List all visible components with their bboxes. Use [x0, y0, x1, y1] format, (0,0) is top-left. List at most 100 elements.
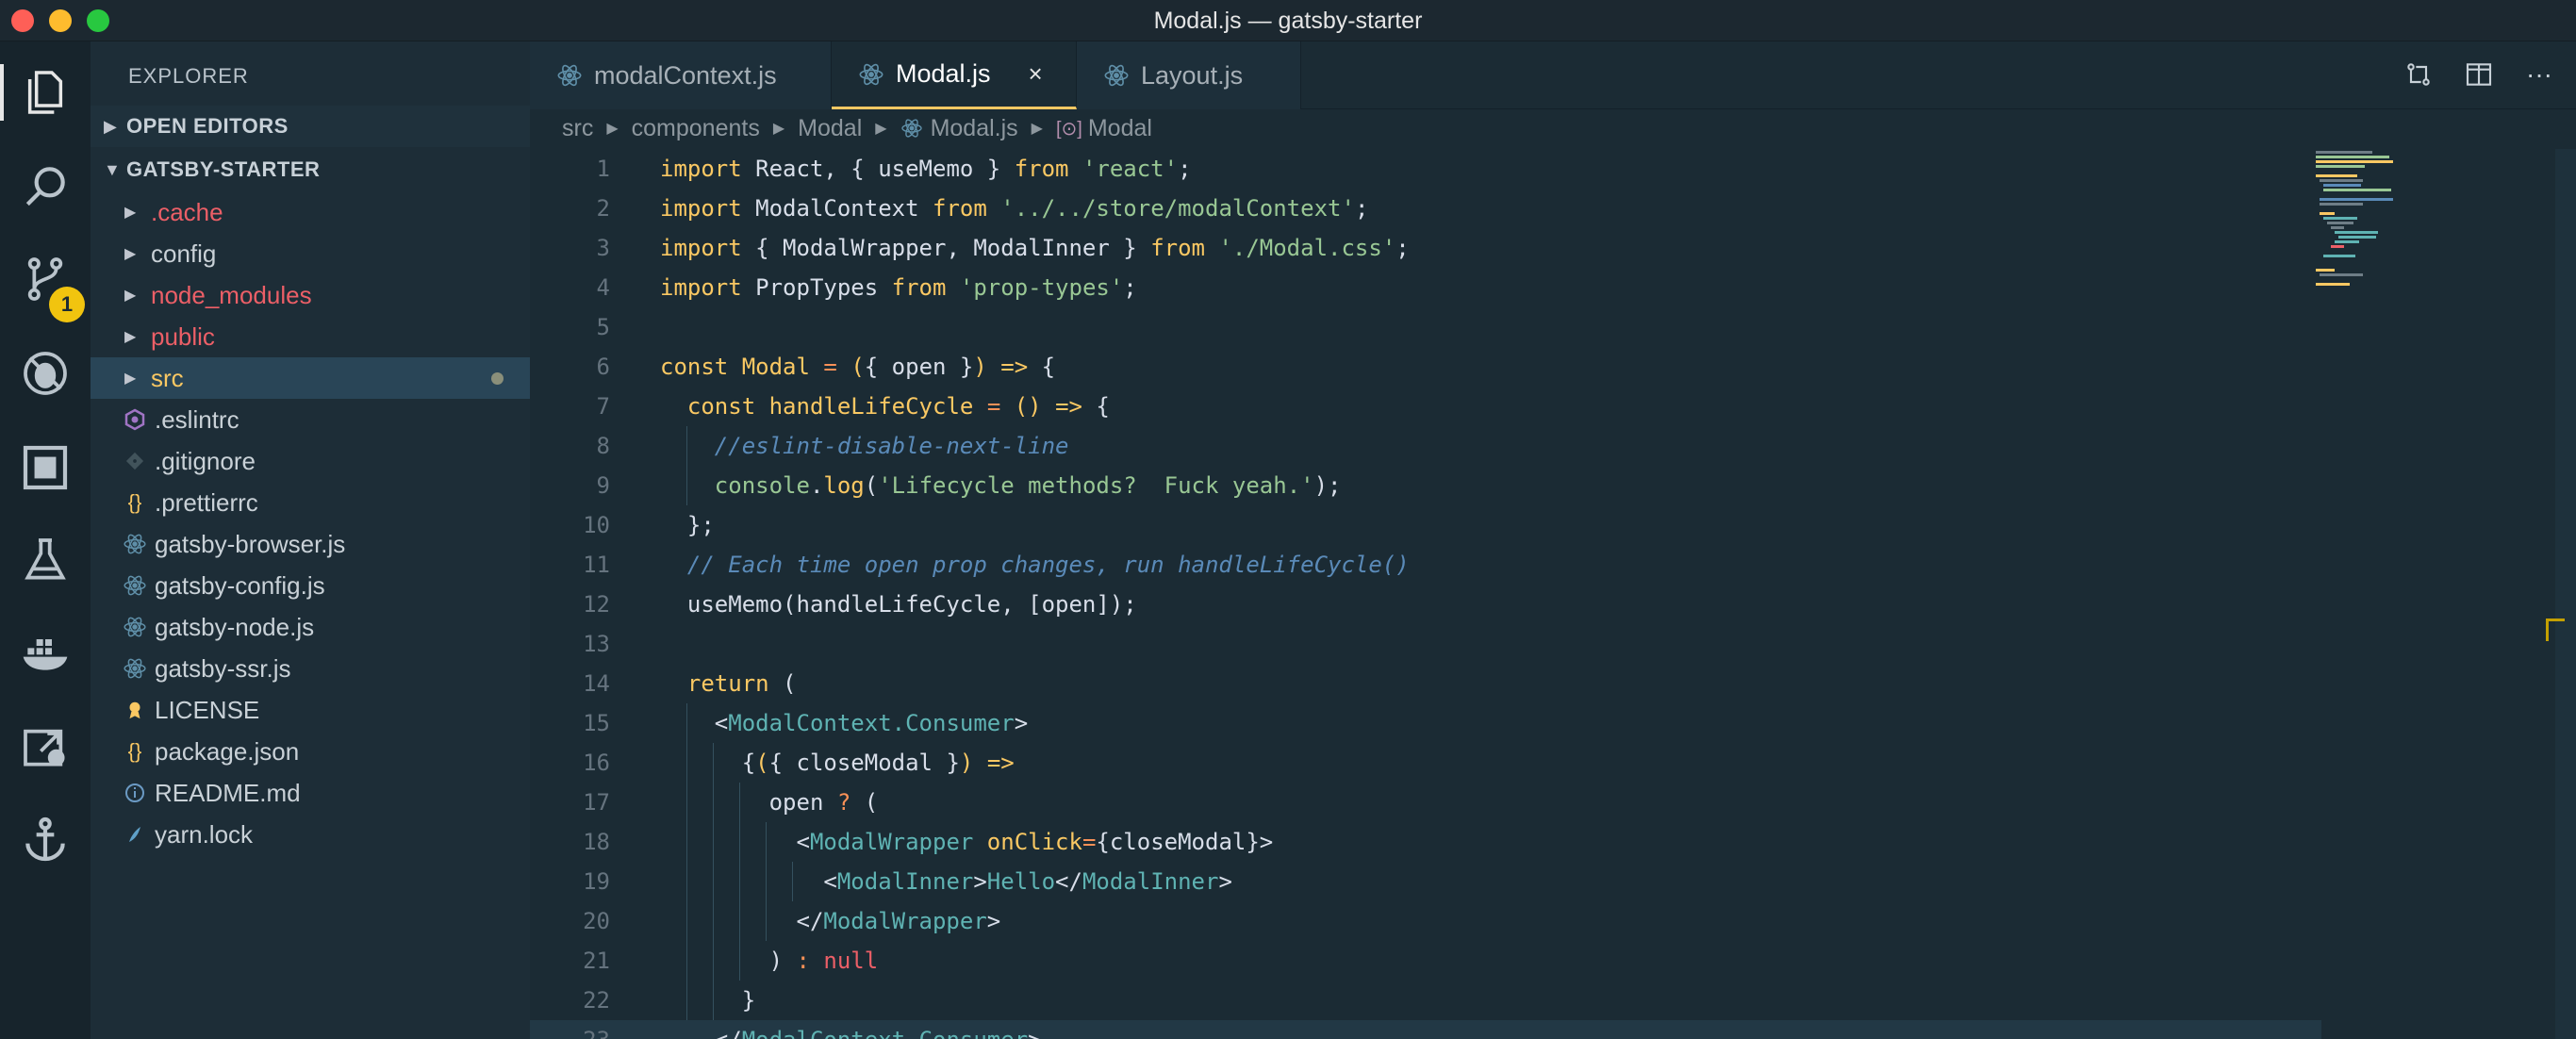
file-gatsby-node[interactable]: gatsby-node.js — [91, 606, 530, 648]
file-package-json[interactable]: {} package.json — [91, 731, 530, 772]
split-editor-icon[interactable] — [2461, 57, 2497, 92]
line-number: 13 — [583, 631, 610, 657]
line-number: 9 — [596, 472, 610, 499]
extensions-icon[interactable] — [13, 436, 77, 500]
tab-layout[interactable]: Layout.js — [1077, 41, 1301, 109]
project-section[interactable]: ▼ GATSBY-STARTER — [91, 149, 530, 190]
license-icon — [119, 698, 151, 722]
line-number: 3 — [596, 235, 610, 261]
line-number: 23 — [530, 1027, 610, 1039]
file-gitignore[interactable]: .gitignore — [91, 440, 530, 482]
file-readme[interactable]: README.md — [91, 772, 530, 814]
chevron-right-icon: ▶ — [875, 121, 887, 137]
tab-label: modalContext.js — [594, 60, 777, 90]
react-icon — [119, 573, 151, 598]
chevron-right-icon: ▶ — [124, 288, 137, 304]
vertical-scrollbar[interactable] — [2555, 149, 2576, 1039]
minimap[interactable] — [2316, 149, 2429, 290]
file-license[interactable]: LICENSE — [91, 689, 530, 731]
folder-label: .cache — [151, 197, 223, 226]
line-number: 4 — [596, 274, 610, 301]
code-line-current: 23 </ModalContext.Consumer> — [530, 1020, 2321, 1039]
file-label: .prettierrc — [155, 487, 258, 517]
chevron-right-icon: ▶ — [104, 116, 118, 136]
explorer-sidebar: EXPLORER ▶ OPEN EDITORS ▼ GATSBY-STARTER… — [91, 41, 530, 1039]
yarn-icon — [119, 823, 151, 846]
file-eslintrc[interactable]: .eslintrc — [91, 399, 530, 440]
chevron-right-icon: ▶ — [1031, 121, 1043, 137]
folder-node-modules[interactable]: ▶ node_modules — [91, 274, 530, 316]
more-actions-icon[interactable]: ··· — [2521, 57, 2557, 92]
code-line: 15 <ModalContext.Consumer> — [530, 703, 2321, 743]
file-gatsby-config[interactable]: gatsby-config.js — [91, 565, 530, 606]
breadcrumb-file[interactable]: Modal.js — [931, 115, 1018, 142]
docker-icon[interactable] — [13, 620, 77, 684]
file-gatsby-browser[interactable]: gatsby-browser.js — [91, 523, 530, 565]
react-icon — [119, 532, 151, 556]
code-line: 16 {({ closeModal }) => — [530, 743, 2321, 783]
code-line: 10 }; — [530, 505, 2321, 545]
line-number: 6 — [596, 354, 610, 380]
debug-icon[interactable] — [13, 341, 77, 405]
file-label: yarn.lock — [155, 819, 254, 849]
title-bar: Modal.js — gatsby-starter — [0, 0, 2576, 41]
project-label: GATSBY-STARTER — [126, 157, 321, 181]
folder-config[interactable]: ▶ config — [91, 233, 530, 274]
file-label: gatsby-ssr.js — [155, 653, 291, 683]
editor-actions: ··· — [2401, 57, 2557, 92]
file-label: gatsby-node.js — [155, 612, 315, 641]
code-line: 7 const handleLifeCycle = () => { — [530, 387, 2321, 426]
search-icon[interactable] — [13, 155, 77, 219]
json-icon: {} — [127, 490, 142, 514]
folder-cache[interactable]: ▶ .cache — [91, 191, 530, 233]
tab-modal[interactable]: Modal.js × — [832, 41, 1077, 109]
tab-label: Modal.js — [896, 59, 991, 88]
line-number: 15 — [583, 710, 610, 736]
close-icon[interactable]: × — [1029, 59, 1043, 89]
line-number: 14 — [583, 670, 610, 697]
source-control-icon[interactable]: 1 — [13, 247, 85, 322]
file-yarn-lock[interactable]: yarn.lock — [91, 814, 530, 855]
anchor-icon[interactable] — [13, 807, 77, 871]
line-number: 12 — [583, 591, 610, 618]
react-icon — [119, 656, 151, 681]
code-line: 1 import React, { useMemo } from 'react'; — [530, 149, 2321, 189]
code-line: 3 import { ModalWrapper, ModalInner } fro… — [530, 228, 2321, 268]
file-prettierrc[interactable]: {} .prettierrc — [91, 482, 530, 523]
line-number: 16 — [583, 750, 610, 776]
modified-dot — [491, 372, 504, 385]
file-gatsby-ssr[interactable]: gatsby-ssr.js — [91, 648, 530, 689]
git-icon — [119, 451, 151, 471]
chevron-right-icon: ▶ — [606, 121, 619, 137]
tab-modal-context[interactable]: modalContext.js — [530, 41, 832, 109]
code-line: 6 const Modal = ({ open }) => { — [530, 347, 2321, 387]
test-icon[interactable] — [13, 528, 77, 592]
breadcrumb-symbol[interactable]: Modal — [1088, 115, 1152, 142]
explorer-icon[interactable] — [0, 60, 77, 124]
line-number: 20 — [583, 908, 610, 934]
source-control-badge: 1 — [49, 287, 85, 322]
code-line: 14 return ( — [530, 664, 2321, 703]
compare-changes-icon[interactable] — [2401, 57, 2436, 92]
file-label: LICENSE — [155, 695, 260, 724]
live-share-icon[interactable] — [13, 715, 77, 779]
line-number: 2 — [596, 195, 610, 222]
breadcrumb-src[interactable]: src — [562, 115, 593, 142]
scroll-position-marker — [2546, 618, 2565, 641]
open-editors-section[interactable]: ▶ OPEN EDITORS — [91, 106, 530, 147]
breadcrumb-modal-folder[interactable]: Modal — [798, 115, 862, 142]
folder-public[interactable]: ▶ public — [91, 316, 530, 357]
file-label: .gitignore — [155, 446, 256, 475]
chevron-right-icon: ▶ — [124, 329, 137, 345]
line-number: 21 — [583, 948, 610, 974]
line-number: 11 — [583, 552, 610, 578]
code-line: 9 console.log('Lifecycle methods? Fuck y… — [530, 466, 2321, 505]
file-label: README.md — [155, 778, 301, 807]
folder-src[interactable]: ▶ src — [91, 357, 530, 399]
code-editor[interactable]: 1 import React, { useMemo } from 'react';… — [530, 149, 2576, 1039]
breadcrumb-components[interactable]: components — [632, 115, 760, 142]
folder-label: config — [151, 239, 217, 268]
line-number: 10 — [583, 512, 610, 538]
sidebar-title: EXPLORER — [128, 64, 249, 88]
folder-label: src — [151, 363, 184, 392]
